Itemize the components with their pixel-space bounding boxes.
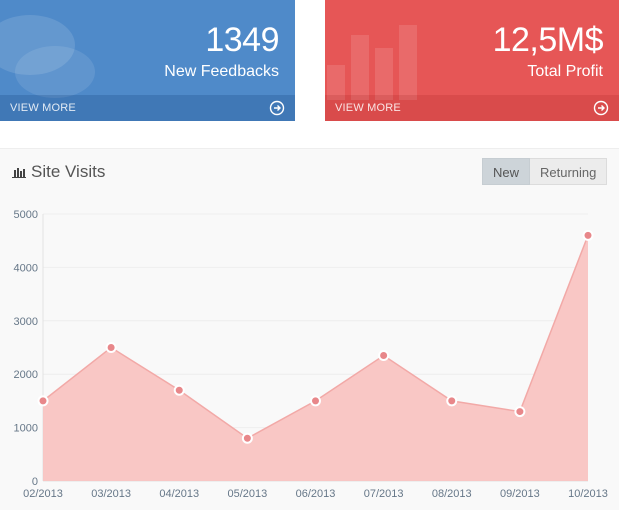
- total-profit-card: 12,5M$ Total Profit VIEW MORE: [325, 0, 619, 121]
- x-tick-label: 08/2013: [432, 488, 472, 500]
- data-point: [582, 229, 594, 241]
- y-tick-label: 3000: [14, 316, 38, 328]
- data-point: [378, 350, 390, 362]
- x-tick-label: 09/2013: [500, 488, 540, 500]
- y-tick-label: 5000: [14, 209, 38, 221]
- data-point: [514, 406, 526, 418]
- profit-value: 12,5M$: [492, 21, 604, 59]
- x-tick-label: 04/2013: [159, 488, 199, 500]
- x-tick-label: 05/2013: [227, 488, 267, 500]
- y-tick-label: 2000: [14, 369, 38, 381]
- data-point: [37, 395, 49, 407]
- bar-chart-icon: [327, 25, 417, 100]
- feedbacks-label: New Feedbacks: [164, 63, 279, 80]
- data-point: [241, 432, 253, 444]
- y-tick-label: 0: [32, 476, 38, 488]
- data-point: [173, 384, 185, 396]
- card-footer: VIEW MORE: [325, 95, 619, 121]
- arrow-circle-right-icon[interactable]: [593, 100, 609, 116]
- x-tick-label: 03/2013: [91, 488, 131, 500]
- site-visits-chart: 5000 4000 3000 2000 1000 002/2013 03/2013 04/20…: [14, 209, 608, 500]
- comments-icon: [0, 15, 95, 98]
- y-tick-label: 1000: [14, 423, 38, 435]
- feedbacks-count: 1349: [205, 21, 279, 59]
- new-feedbacks-card: 1349 New Feedbacks VIEW MORE: [0, 0, 295, 121]
- profit-label: Total Profit: [527, 63, 603, 80]
- data-point: [310, 395, 321, 407]
- x-tick-label: 02/2013: [23, 488, 63, 500]
- view-more-link[interactable]: VIEW MORE: [10, 102, 76, 114]
- data-point: [105, 342, 117, 353]
- view-more-link[interactable]: VIEW MORE: [335, 102, 401, 114]
- series-area: [43, 235, 588, 481]
- card-footer: VIEW MORE: [0, 95, 295, 121]
- data-point: [446, 395, 458, 407]
- x-tick-label: 10/2013: [568, 488, 608, 500]
- x-tick-label: 06/2013: [296, 488, 336, 500]
- x-tick-label: 07/2013: [364, 488, 404, 500]
- arrow-circle-right-icon[interactable]: [269, 100, 285, 116]
- y-tick-label: 4000: [14, 262, 38, 274]
